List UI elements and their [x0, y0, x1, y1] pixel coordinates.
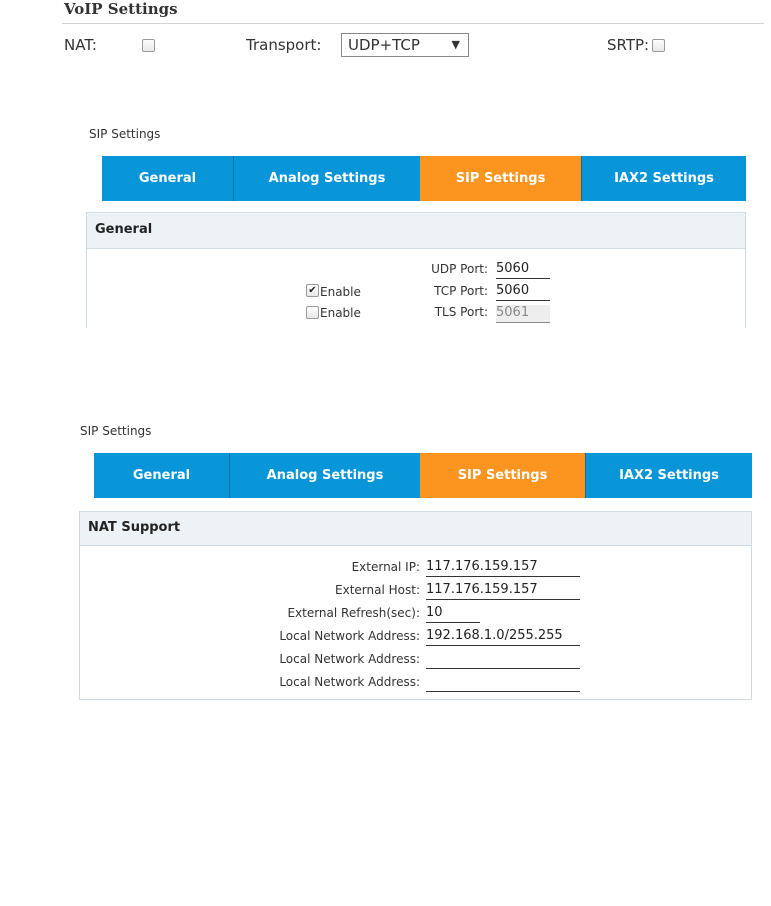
voip-settings-title: VoIP Settings	[64, 0, 178, 18]
tcp-port-input[interactable]: 5060	[496, 283, 550, 301]
tab-general[interactable]: General	[94, 453, 229, 498]
nat-label: NAT:	[64, 36, 97, 54]
chevron-down-icon: ▼	[451, 38, 460, 51]
transport-label: Transport:	[246, 36, 322, 54]
tab-sip-settings[interactable]: SIP Settings	[420, 453, 585, 498]
local-network-address-input[interactable]: 192.168.1.0/255.255	[426, 628, 580, 646]
tab-analog-settings[interactable]: Analog Settings	[233, 156, 420, 201]
external-ip-label: External IP:	[351, 560, 420, 574]
panel1-title: SIP Settings	[89, 127, 161, 141]
tls-port-input[interactable]: 5061	[496, 305, 550, 323]
tcp-enable-label: Enable	[320, 285, 361, 299]
local-network-address-input[interactable]	[426, 651, 580, 669]
external-refresh-input[interactable]: 10	[426, 605, 480, 623]
tab-general[interactable]: General	[102, 156, 233, 201]
transport-select[interactable]: UDP+TCP ▼	[341, 33, 469, 57]
external-refresh-label: External Refresh(sec):	[287, 606, 420, 620]
external-host-input[interactable]: 117.176.159.157	[426, 582, 580, 600]
panel1-tab-bar: General Analog Settings SIP Settings IAX…	[102, 156, 746, 201]
local-network-address-label: Local Network Address:	[279, 675, 420, 689]
panel2-tab-bar: General Analog Settings SIP Settings IAX…	[94, 453, 752, 498]
transport-select-value: UDP+TCP	[348, 36, 420, 54]
tab-iax2-settings[interactable]: IAX2 Settings	[585, 453, 752, 498]
local-network-address-label: Local Network Address:	[279, 652, 420, 666]
nat-support-header: NAT Support	[80, 512, 751, 546]
tls-port-label: TLS Port:	[434, 305, 488, 319]
tab-iax2-settings[interactable]: IAX2 Settings	[581, 156, 746, 201]
nat-checkbox[interactable]	[142, 39, 155, 52]
external-host-label: External Host:	[335, 583, 420, 597]
tab-analog-settings[interactable]: Analog Settings	[229, 453, 420, 498]
panel1-section-header: General	[87, 213, 745, 249]
tls-enable-label: Enable	[320, 306, 361, 320]
local-network-address-label: Local Network Address:	[279, 629, 420, 643]
srtp-label: SRTP:	[607, 36, 650, 54]
udp-port-label: UDP Port:	[431, 262, 488, 276]
udp-port-input[interactable]: 5060	[496, 261, 550, 279]
tab-sip-settings[interactable]: SIP Settings	[420, 156, 581, 201]
voip-divider	[62, 23, 764, 24]
srtp-checkbox[interactable]	[652, 39, 665, 52]
local-network-address-input[interactable]	[426, 674, 580, 692]
tcp-enable-checkbox[interactable]	[306, 284, 319, 297]
panel2-title: SIP Settings	[80, 424, 152, 438]
tcp-port-label: TCP Port:	[434, 284, 488, 298]
external-ip-input[interactable]: 117.176.159.157	[426, 559, 580, 577]
tls-enable-checkbox[interactable]	[306, 306, 319, 319]
